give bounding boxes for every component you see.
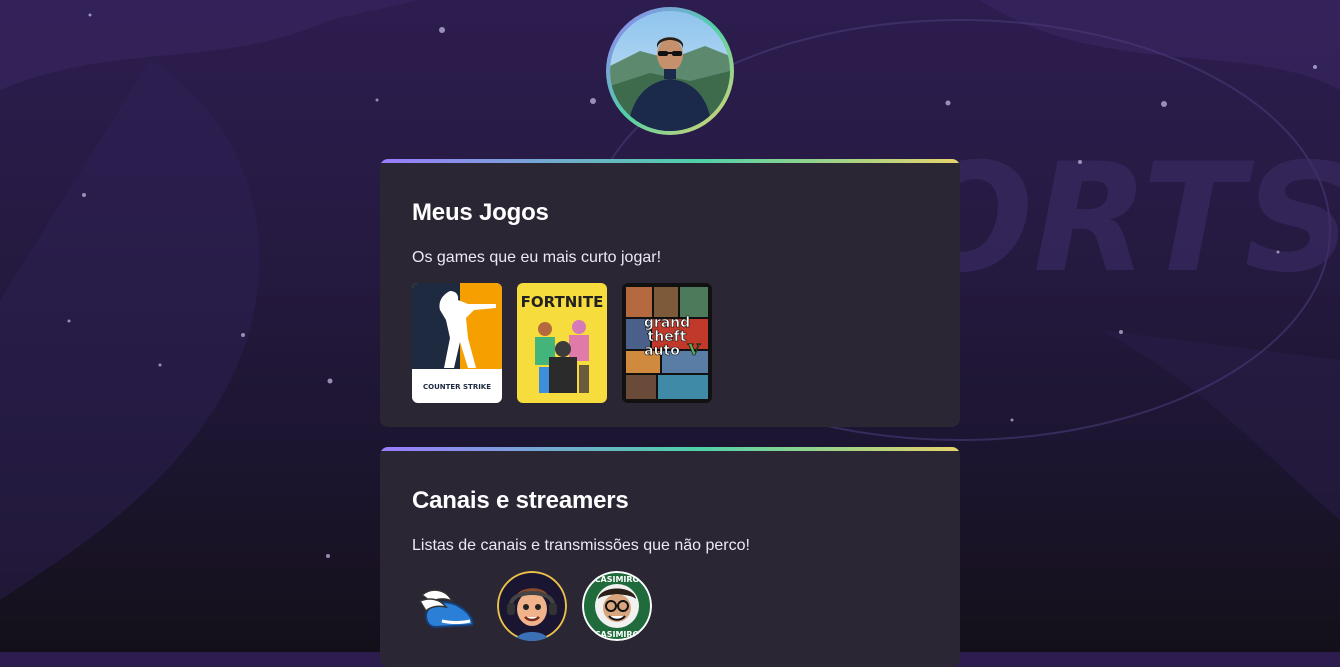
games-card: Meus Jogos Os games que eu mais curto jo…: [380, 159, 960, 427]
game-cover-fortnite[interactable]: FORTNITE: [517, 283, 607, 403]
cartoon-streamer-avatar-icon: [497, 571, 567, 641]
games-title: Meus Jogos: [412, 199, 549, 226]
games-description: Os games que eu mais curto jogar!: [412, 249, 662, 266]
svg-text:FORTNITE: FORTNITE: [521, 293, 604, 311]
profile-photo: [610, 11, 730, 131]
channel-streamer-avatar[interactable]: [497, 571, 567, 641]
game-cover-counter-strike[interactable]: COUNTER STRIKE: [412, 283, 502, 403]
channels-description: Listas de canais e transmissões que não …: [412, 537, 750, 554]
fortnite-cover-icon: FORTNITE: [517, 283, 607, 403]
svg-text:CASIMIRO: CASIMIRO: [595, 630, 640, 639]
game-cover-gta-v[interactable]: grand theft auto V: [622, 283, 712, 403]
channel-winged-helmet[interactable]: [412, 571, 482, 641]
gta-v-cover-icon: grand theft auto V: [622, 283, 712, 403]
winged-helmet-icon: [418, 589, 474, 629]
channels-card: Canais e streamers Listas de canais e tr…: [380, 447, 960, 667]
svg-text:V: V: [687, 340, 701, 359]
profile-avatar: [606, 7, 734, 135]
svg-text:auto: auto: [644, 343, 680, 359]
channel-casimiro[interactable]: CASIMIRO CASIMIRO: [582, 571, 652, 641]
svg-text:COUNTER STRIKE: COUNTER STRIKE: [423, 383, 491, 391]
channels-title: Canais e streamers: [412, 487, 629, 514]
counter-strike-cover-icon: COUNTER STRIKE: [412, 283, 502, 403]
casimiro-logo-icon: CASIMIRO CASIMIRO: [582, 571, 652, 641]
svg-text:CASIMIRO: CASIMIRO: [595, 575, 640, 584]
